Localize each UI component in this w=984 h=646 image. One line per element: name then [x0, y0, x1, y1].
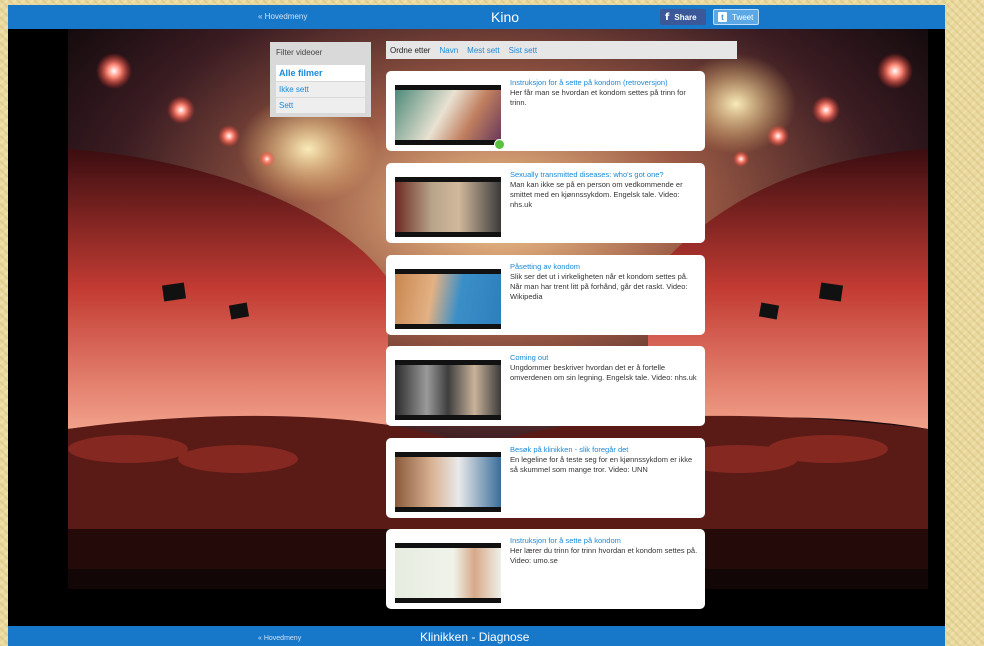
- watched-check-icon: [494, 139, 505, 150]
- sort-by-name-link[interactable]: Navn: [439, 46, 458, 55]
- top-nav-bar: « Hovedmeny Kino f Share t Tweet: [8, 5, 945, 29]
- twitter-icon: t: [718, 12, 727, 22]
- video-title-link[interactable]: Påsetting av kondom: [510, 262, 700, 271]
- sort-by-most-viewed-link[interactable]: Mest sett: [467, 46, 499, 55]
- page-title: Kino: [491, 9, 520, 25]
- video-thumbnail[interactable]: [395, 177, 501, 237]
- facebook-icon: f: [665, 11, 670, 23]
- filter-watched[interactable]: Sett: [276, 98, 365, 113]
- facebook-share-button[interactable]: f Share: [660, 9, 706, 25]
- video-card[interactable]: Coming out Ungdommer beskriver hvordan d…: [386, 346, 705, 426]
- share-label: Share: [674, 12, 697, 22]
- filter-title: Filter videoer: [276, 48, 323, 57]
- sort-bar: Ordne etter Navn Mest sett Sist sett: [386, 41, 737, 59]
- video-card[interactable]: Instruksjon for å sette på kondom Her læ…: [386, 529, 705, 609]
- bottom-nav-bar: « Hovedmeny Klinikken - Diagnose: [8, 626, 945, 646]
- video-title-link[interactable]: Instruksjon for å sette på kondom (retro…: [510, 78, 700, 87]
- video-description: Slik ser det ut i virkeligheten når et k…: [510, 272, 689, 301]
- video-card[interactable]: Besøk på klinikken - slik foregår det En…: [386, 438, 705, 518]
- video-thumbnail[interactable]: [395, 85, 501, 145]
- video-title-link[interactable]: Coming out: [510, 353, 700, 362]
- tweet-label: Tweet: [732, 12, 754, 22]
- video-description: Her lærer du trinn for trinn hvordan et …: [510, 546, 698, 565]
- sort-by-recently-viewed-link[interactable]: Sist sett: [509, 46, 537, 55]
- video-card[interactable]: Påsetting av kondom Slik ser det ut i vi…: [386, 255, 705, 335]
- video-title-link[interactable]: Sexually transmitted diseases: who's got…: [510, 170, 700, 179]
- filter-list: Alle filmer Ikke sett Sett: [276, 65, 365, 114]
- back-to-main-menu-link-bottom[interactable]: « Hovedmeny: [258, 635, 301, 642]
- video-thumbnail[interactable]: [395, 269, 501, 329]
- video-description: Ungdommer beskriver hvordan det er å for…: [510, 363, 697, 382]
- filter-all-movies[interactable]: Alle filmer: [276, 65, 365, 81]
- tweet-button[interactable]: t Tweet: [713, 9, 759, 25]
- video-title-link[interactable]: Besøk på klinikken - slik foregår det: [510, 445, 700, 454]
- video-title-link[interactable]: Instruksjon for å sette på kondom: [510, 536, 700, 545]
- back-to-main-menu-link[interactable]: « Hovedmeny: [258, 12, 307, 21]
- video-thumbnail[interactable]: [395, 452, 501, 512]
- sort-label: Ordne etter: [390, 45, 431, 55]
- next-section-title[interactable]: Klinikken - Diagnose: [420, 630, 529, 644]
- video-thumbnail[interactable]: [395, 360, 501, 420]
- filter-not-watched[interactable]: Ikke sett: [276, 82, 365, 97]
- video-card[interactable]: Instruksjon for å sette på kondom (retro…: [386, 71, 705, 151]
- filter-panel: Filter videoer Alle filmer Ikke sett Set…: [270, 42, 371, 117]
- video-description: Man kan ikke se på en person om vedkomme…: [510, 180, 683, 209]
- video-description: Her får man se hvordan et kondom settes …: [510, 88, 686, 107]
- video-thumbnail[interactable]: [395, 543, 501, 603]
- video-card[interactable]: Sexually transmitted diseases: who's got…: [386, 163, 705, 243]
- video-description: En legeline for å teste seg for en kjønn…: [510, 455, 693, 474]
